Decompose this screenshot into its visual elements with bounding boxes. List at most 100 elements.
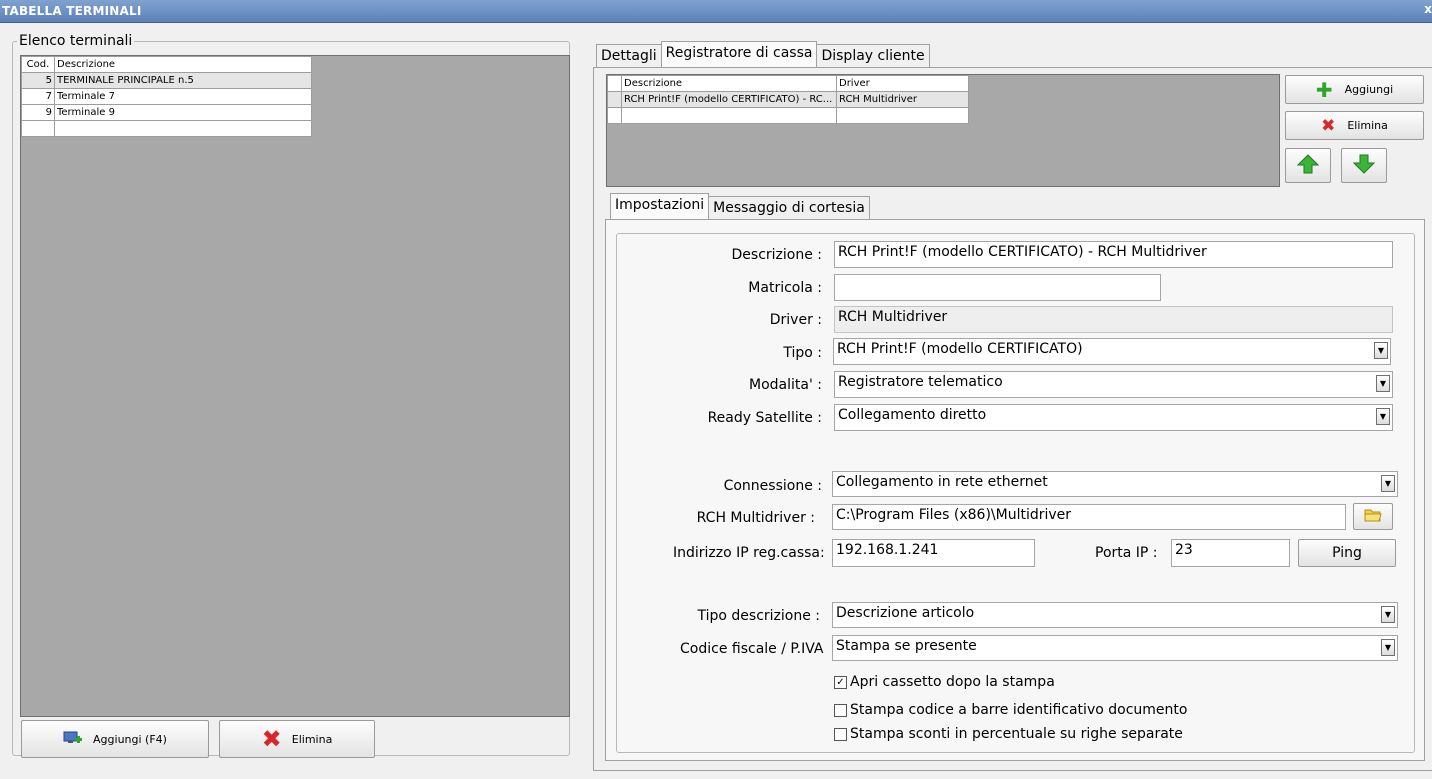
row-indicator-header — [607, 75, 622, 92]
table-header-row: Cod. Descrizione — [21, 56, 312, 73]
row-indicator — [607, 107, 622, 124]
descrizione-field[interactable]: RCH Print!F (modello CERTIFICATO) - RCH … — [834, 241, 1393, 268]
add-terminal-label: Aggiungi (F4) — [93, 732, 167, 746]
terminals-grid[interactable]: Cod. Descrizione 5 TERMINALE PRINCIPALE … — [20, 55, 570, 717]
stampa-sconti-label: Stampa sconti in percentuale su righe se… — [850, 726, 1183, 742]
folder-icon — [1364, 508, 1382, 525]
table-row-empty[interactable] — [21, 120, 312, 137]
driver-field: RCH Multidriver — [834, 306, 1393, 333]
row-cod[interactable]: 9 — [21, 104, 55, 121]
add-device-label: Aggiungi — [1344, 83, 1394, 96]
row-cod[interactable]: 7 — [21, 88, 55, 105]
row-descrizione[interactable] — [621, 107, 837, 124]
chevron-down-icon[interactable]: ▼ — [1381, 606, 1395, 623]
delete-terminal-button[interactable]: ✖ Elimina — [219, 720, 375, 758]
column-header-descrizione[interactable]: Descrizione — [621, 75, 837, 92]
modalita-select[interactable]: Registratore telematico ▼ — [834, 371, 1393, 398]
rch-multidriver-label: RCH Multidriver : — [696, 510, 815, 526]
arrow-down-icon — [1352, 154, 1376, 177]
connessione-value: Collegamento in rete ethernet — [836, 474, 1048, 490]
tipo-descrizione-value: Descrizione articolo — [836, 605, 975, 621]
title-bar: TABELLA TERMINALI x — [0, 0, 1432, 23]
browse-folder-button[interactable] — [1353, 503, 1393, 530]
table-row-empty[interactable] — [607, 107, 969, 124]
apri-cassetto-checkbox[interactable]: ✓ Apri cassetto dopo la stampa — [834, 674, 1055, 690]
column-header-descrizione[interactable]: Descrizione — [54, 56, 312, 73]
table-row[interactable]: 7 Terminale 7 — [21, 88, 312, 105]
matricola-field[interactable] — [834, 274, 1161, 301]
ip-address-label: Indirizzo IP reg.cassa: — [673, 545, 825, 561]
add-terminal-icon — [63, 730, 83, 749]
tab-impostazioni[interactable]: Impostazioni — [610, 193, 710, 219]
delete-terminal-label: Elimina — [291, 732, 333, 746]
connessione-label: Connessione : — [723, 478, 822, 494]
stampa-codice-barre-label: Stampa codice a barre identificativo doc… — [850, 702, 1188, 718]
porta-ip-label: Porta IP : — [1095, 545, 1158, 561]
delete-device-button[interactable]: ✖ Elimina — [1285, 111, 1424, 140]
connessione-select[interactable]: Collegamento in rete ethernet ▼ — [832, 471, 1398, 497]
checkbox-unchecked-icon[interactable] — [834, 727, 847, 741]
add-device-button[interactable]: ✚ Aggiungi — [1285, 75, 1424, 104]
window-title: TABELLA TERMINALI — [2, 4, 142, 18]
row-descrizione[interactable]: Terminale 9 — [54, 104, 312, 121]
row-cod[interactable]: 5 — [21, 72, 55, 89]
add-terminal-button[interactable]: Aggiungi (F4) — [21, 720, 209, 758]
ping-button[interactable]: Ping — [1298, 539, 1396, 567]
apri-cassetto-label: Apri cassetto dopo la stampa — [850, 674, 1055, 690]
tipo-value: RCH Print!F (modello CERTIFICATO) — [837, 341, 1083, 357]
plus-icon: ✚ — [1315, 77, 1333, 102]
table-row[interactable]: 9 Terminale 9 — [21, 104, 312, 121]
ready-satellite-select[interactable]: Collegamento diretto ▼ — [834, 404, 1393, 431]
table-row[interactable]: 5 TERMINALE PRINCIPALE n.5 — [21, 72, 312, 89]
delete-icon: ✖ — [261, 725, 282, 753]
driver-label: Driver : — [769, 312, 822, 328]
checkbox-unchecked-icon[interactable] — [834, 703, 847, 717]
tipo-descrizione-select[interactable]: Descrizione articolo ▼ — [832, 602, 1398, 628]
rch-multidriver-path-field[interactable]: C:\Program Files (x86)\Multidriver — [832, 504, 1346, 530]
tipo-descrizione-label: Tipo descrizione : — [697, 608, 820, 624]
tab-registratore-di-cassa[interactable]: Registratore di cassa — [660, 41, 818, 67]
codice-fiscale-select[interactable]: Stampa se presente ▼ — [832, 635, 1398, 661]
chevron-down-icon[interactable]: ▼ — [1381, 475, 1395, 492]
modalita-label: Modalita' : — [749, 377, 822, 393]
chevron-down-icon[interactable]: ▼ — [1374, 342, 1388, 359]
ip-address-field[interactable]: 192.168.1.241 — [832, 539, 1035, 567]
chevron-down-icon[interactable]: ▼ — [1381, 639, 1395, 656]
codice-fiscale-value: Stampa se presente — [836, 638, 977, 654]
delete-device-label: Elimina — [1347, 119, 1388, 132]
delete-icon: ✖ — [1321, 115, 1336, 136]
devices-table: Descrizione Driver RCH Print!F (modello … — [607, 75, 969, 124]
stampa-sconti-checkbox[interactable]: Stampa sconti in percentuale su righe se… — [834, 726, 1183, 742]
stampa-codice-barre-checkbox[interactable]: Stampa codice a barre identificativo doc… — [834, 702, 1187, 718]
porta-ip-field[interactable]: 23 — [1171, 539, 1290, 567]
row-descrizione[interactable]: Terminale 7 — [54, 88, 312, 105]
codice-fiscale-label: Codice fiscale / P.IVA — [680, 641, 824, 657]
tipo-select[interactable]: RCH Print!F (modello CERTIFICATO) ▼ — [833, 338, 1391, 365]
row-driver[interactable] — [836, 107, 969, 124]
descrizione-label: Descrizione : — [731, 247, 823, 263]
row-indicator — [607, 91, 622, 108]
row-descrizione[interactable]: TERMINALE PRINCIPALE n.5 — [54, 72, 312, 89]
row-cod[interactable] — [21, 120, 55, 137]
table-header-row: Descrizione Driver — [607, 75, 969, 92]
checkbox-checked-icon[interactable]: ✓ — [834, 675, 847, 689]
move-down-button[interactable] — [1341, 148, 1387, 183]
chevron-down-icon[interactable]: ▼ — [1376, 375, 1390, 392]
arrow-up-icon — [1296, 154, 1320, 177]
row-driver[interactable]: RCH Multidriver — [836, 91, 969, 108]
matricola-label: Matricola : — [748, 280, 822, 296]
chevron-down-icon[interactable]: ▼ — [1376, 408, 1390, 425]
column-header-driver[interactable]: Driver — [836, 75, 969, 92]
devices-grid[interactable]: Descrizione Driver RCH Print!F (modello … — [606, 74, 1280, 187]
column-header-cod[interactable]: Cod. — [21, 56, 55, 73]
row-descrizione[interactable] — [54, 120, 312, 137]
ready-satellite-label: Ready Satellite : — [707, 410, 822, 426]
table-row[interactable]: RCH Print!F (modello CERTIFICATO) - RC..… — [607, 91, 969, 108]
close-button[interactable]: x — [1424, 2, 1432, 16]
terminals-table: Cod. Descrizione 5 TERMINALE PRINCIPALE … — [21, 56, 312, 137]
ready-satellite-value: Collegamento diretto — [838, 407, 987, 423]
move-up-button[interactable] — [1285, 148, 1331, 183]
tipo-label: Tipo : — [783, 345, 822, 361]
row-descrizione[interactable]: RCH Print!F (modello CERTIFICATO) - RC..… — [621, 91, 837, 108]
terminals-legend: Elenco terminali — [19, 33, 133, 49]
